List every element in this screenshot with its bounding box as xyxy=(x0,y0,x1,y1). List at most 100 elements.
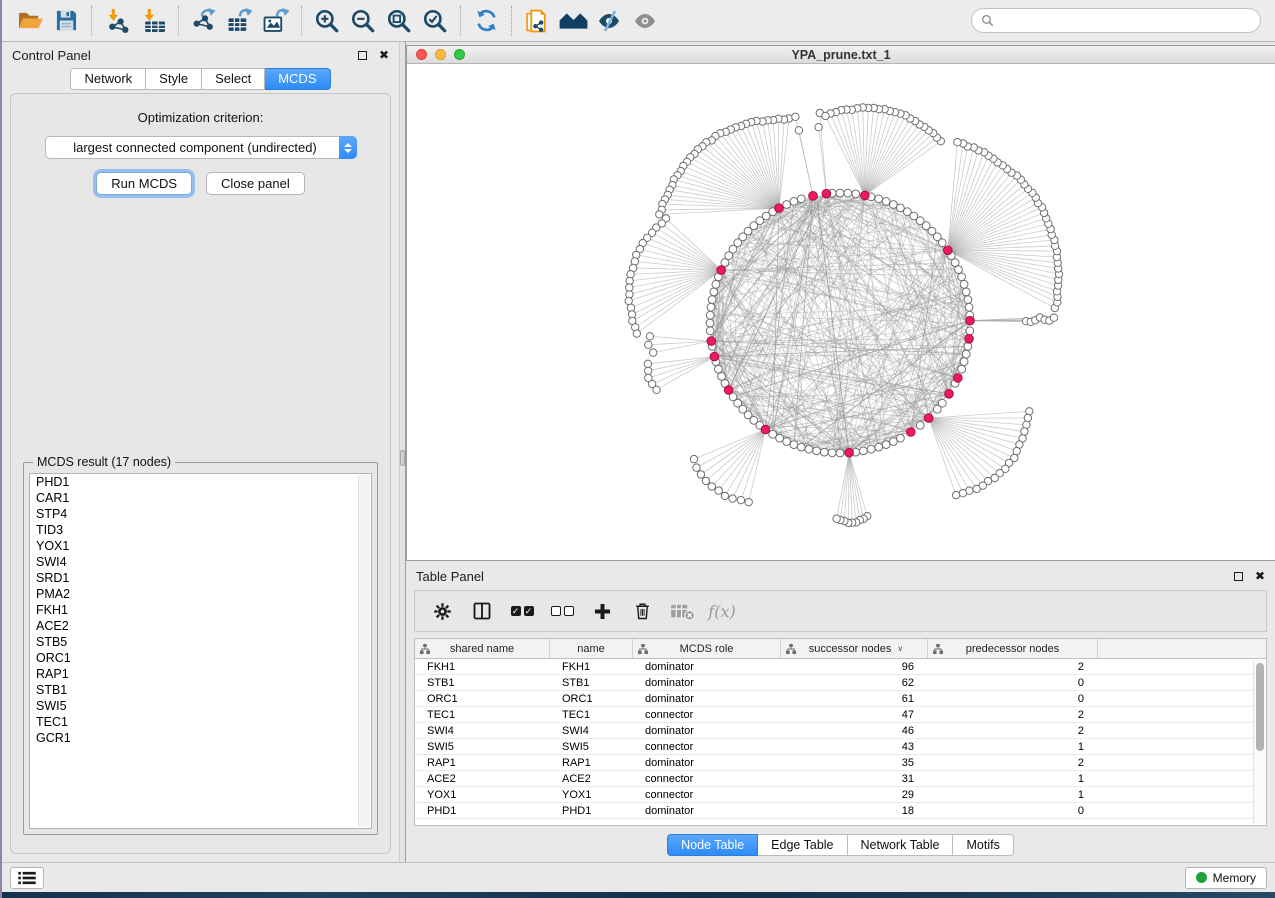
mcds-result-item[interactable]: SWI4 xyxy=(30,554,371,570)
mcds-result-item[interactable]: CAR1 xyxy=(30,490,371,506)
status-bar: Memory xyxy=(2,862,1275,892)
column-header-shared-name[interactable]: shared name xyxy=(415,639,550,658)
deselect-all-rows-button[interactable] xyxy=(547,596,577,626)
column-header-name[interactable]: name xyxy=(550,639,633,658)
minimize-window-icon[interactable] xyxy=(435,49,446,60)
table-row[interactable]: SWI5SWI5connector431 xyxy=(415,739,1266,755)
mcds-result-item[interactable]: PHD1 xyxy=(30,474,371,490)
table-cell: 29 xyxy=(781,789,928,801)
mcds-result-list[interactable]: PHD1CAR1STP4TID3YOX1SWI4SRD1PMA2FKH1ACE2… xyxy=(29,473,372,829)
tab-node-table[interactable]: Node Table xyxy=(667,834,758,856)
table-row[interactable]: FKH1FKH1dominator962 xyxy=(415,659,1266,675)
table-row[interactable]: ACE2ACE2connector311 xyxy=(415,771,1266,787)
open-file-button[interactable] xyxy=(12,5,48,37)
network-window-titlebar[interactable]: YPA_prune.txt_1 xyxy=(407,46,1275,64)
tab-motifs[interactable]: Motifs xyxy=(953,834,1013,856)
control-panel-tabs: NetworkStyleSelectMCDS xyxy=(2,68,399,90)
zoom-fit-button[interactable] xyxy=(381,5,417,37)
splitter-grip-icon[interactable] xyxy=(400,450,405,466)
memory-button[interactable]: Memory xyxy=(1185,867,1267,889)
tab-network[interactable]: Network xyxy=(70,68,146,90)
close-table-panel-icon[interactable]: ✖ xyxy=(1255,570,1265,582)
float-table-panel-icon[interactable] xyxy=(1234,572,1243,581)
mcds-result-item[interactable]: PMA2 xyxy=(30,586,371,602)
table-cell: 1 xyxy=(928,741,1098,753)
close-panel-button[interactable]: Close panel xyxy=(206,172,305,195)
mcds-result-item[interactable]: GCR1 xyxy=(30,730,371,746)
gear-icon xyxy=(432,601,453,622)
mcds-result-item[interactable]: RAP1 xyxy=(30,666,371,682)
table-row[interactable]: RAP1RAP1dominator352 xyxy=(415,755,1266,771)
save-session-button[interactable] xyxy=(48,5,84,37)
tab-edge-table[interactable]: Edge Table xyxy=(758,834,847,856)
clone-network-button[interactable] xyxy=(519,5,555,37)
search-field[interactable] xyxy=(971,8,1261,33)
table-scrollbar[interactable] xyxy=(1253,660,1265,824)
delete-column-button[interactable] xyxy=(627,596,657,626)
column-header-label: successor nodes xyxy=(805,643,896,655)
table-toolbar: ✓✓ f(x) xyxy=(414,590,1267,632)
table-cell: FKH1 xyxy=(415,661,550,673)
mcds-result-item[interactable]: STB1 xyxy=(30,682,371,698)
close-panel-icon[interactable]: ✖ xyxy=(379,49,389,61)
close-window-icon[interactable] xyxy=(416,49,427,60)
mcds-result-item[interactable]: TID3 xyxy=(30,522,371,538)
import-table-icon xyxy=(141,8,166,33)
hide-selected-button[interactable] xyxy=(591,5,627,37)
search-input[interactable] xyxy=(999,14,1251,28)
import-network-button[interactable] xyxy=(99,5,135,37)
export-table-button[interactable] xyxy=(222,5,258,37)
tab-mcds[interactable]: MCDS xyxy=(265,68,330,90)
maximize-window-icon[interactable] xyxy=(454,49,465,60)
show-all-button[interactable] xyxy=(627,5,663,37)
panel-splitter[interactable] xyxy=(399,42,406,862)
refresh-layout-button[interactable] xyxy=(468,5,504,37)
function-builder-button[interactable]: f(x) xyxy=(707,596,737,626)
select-all-rows-button[interactable]: ✓✓ xyxy=(507,596,537,626)
run-mcds-button[interactable]: Run MCDS xyxy=(96,172,192,195)
result-list-scrollbar[interactable] xyxy=(358,475,370,827)
zoom-out-button[interactable] xyxy=(345,5,381,37)
table-row[interactable]: PHD1PHD1dominator180 xyxy=(415,803,1266,819)
export-image-button[interactable] xyxy=(258,5,294,37)
table-panel: Table Panel ✖ ✓✓ xyxy=(406,563,1275,862)
mcds-result-item[interactable]: ORC1 xyxy=(30,650,371,666)
toggle-column-view-button[interactable] xyxy=(467,596,497,626)
mcds-result-item[interactable]: FKH1 xyxy=(30,602,371,618)
column-header-MCDS-role[interactable]: MCDS role xyxy=(633,639,781,658)
delete-table-button[interactable] xyxy=(667,596,697,626)
network-graph[interactable] xyxy=(407,64,1272,560)
mcds-result-item[interactable]: TEC1 xyxy=(30,714,371,730)
table-row[interactable]: TEC1TEC1connector472 xyxy=(415,707,1266,723)
mcds-result-item[interactable]: ACE2 xyxy=(30,618,371,634)
table-scrollbar-thumb[interactable] xyxy=(1256,663,1264,751)
table-options-button[interactable] xyxy=(427,596,457,626)
table-row[interactable]: YOX1YOX1connector291 xyxy=(415,787,1266,803)
tab-select[interactable]: Select xyxy=(202,68,265,90)
mcds-result-item[interactable]: YOX1 xyxy=(30,538,371,554)
mcds-result-item[interactable]: SRD1 xyxy=(30,570,371,586)
optimization-criterion-dropdown[interactable]: largest connected component (undirected) xyxy=(45,136,357,159)
mcds-result-item[interactable]: STP4 xyxy=(30,506,371,522)
import-table-button[interactable] xyxy=(135,5,171,37)
dropdown-selected-value: largest connected component (undirected) xyxy=(46,140,339,155)
add-column-button[interactable] xyxy=(587,596,617,626)
table-row[interactable]: SWI4SWI4dominator462 xyxy=(415,723,1266,739)
tab-style[interactable]: Style xyxy=(146,68,202,90)
export-network-button[interactable] xyxy=(186,5,222,37)
table-cell: STB1 xyxy=(550,677,633,689)
first-neighbors-button[interactable] xyxy=(555,5,591,37)
tab-network-table[interactable]: Network Table xyxy=(848,834,954,856)
table-row[interactable]: STB1STB1dominator620 xyxy=(415,675,1266,691)
column-header-predecessor-nodes[interactable]: predecessor nodes xyxy=(928,639,1098,658)
mcds-result-item[interactable]: SWI5 xyxy=(30,698,371,714)
zoom-in-button[interactable] xyxy=(309,5,345,37)
column-type-icon xyxy=(420,644,430,654)
float-panel-icon[interactable] xyxy=(358,51,367,60)
task-history-button[interactable] xyxy=(10,867,44,889)
network-canvas[interactable] xyxy=(407,64,1275,560)
column-header-successor-nodes[interactable]: successor nodes∨ xyxy=(781,639,928,658)
table-row[interactable]: ORC1ORC1dominator610 xyxy=(415,691,1266,707)
zoom-selected-button[interactable] xyxy=(417,5,453,37)
mcds-result-item[interactable]: STB5 xyxy=(30,634,371,650)
